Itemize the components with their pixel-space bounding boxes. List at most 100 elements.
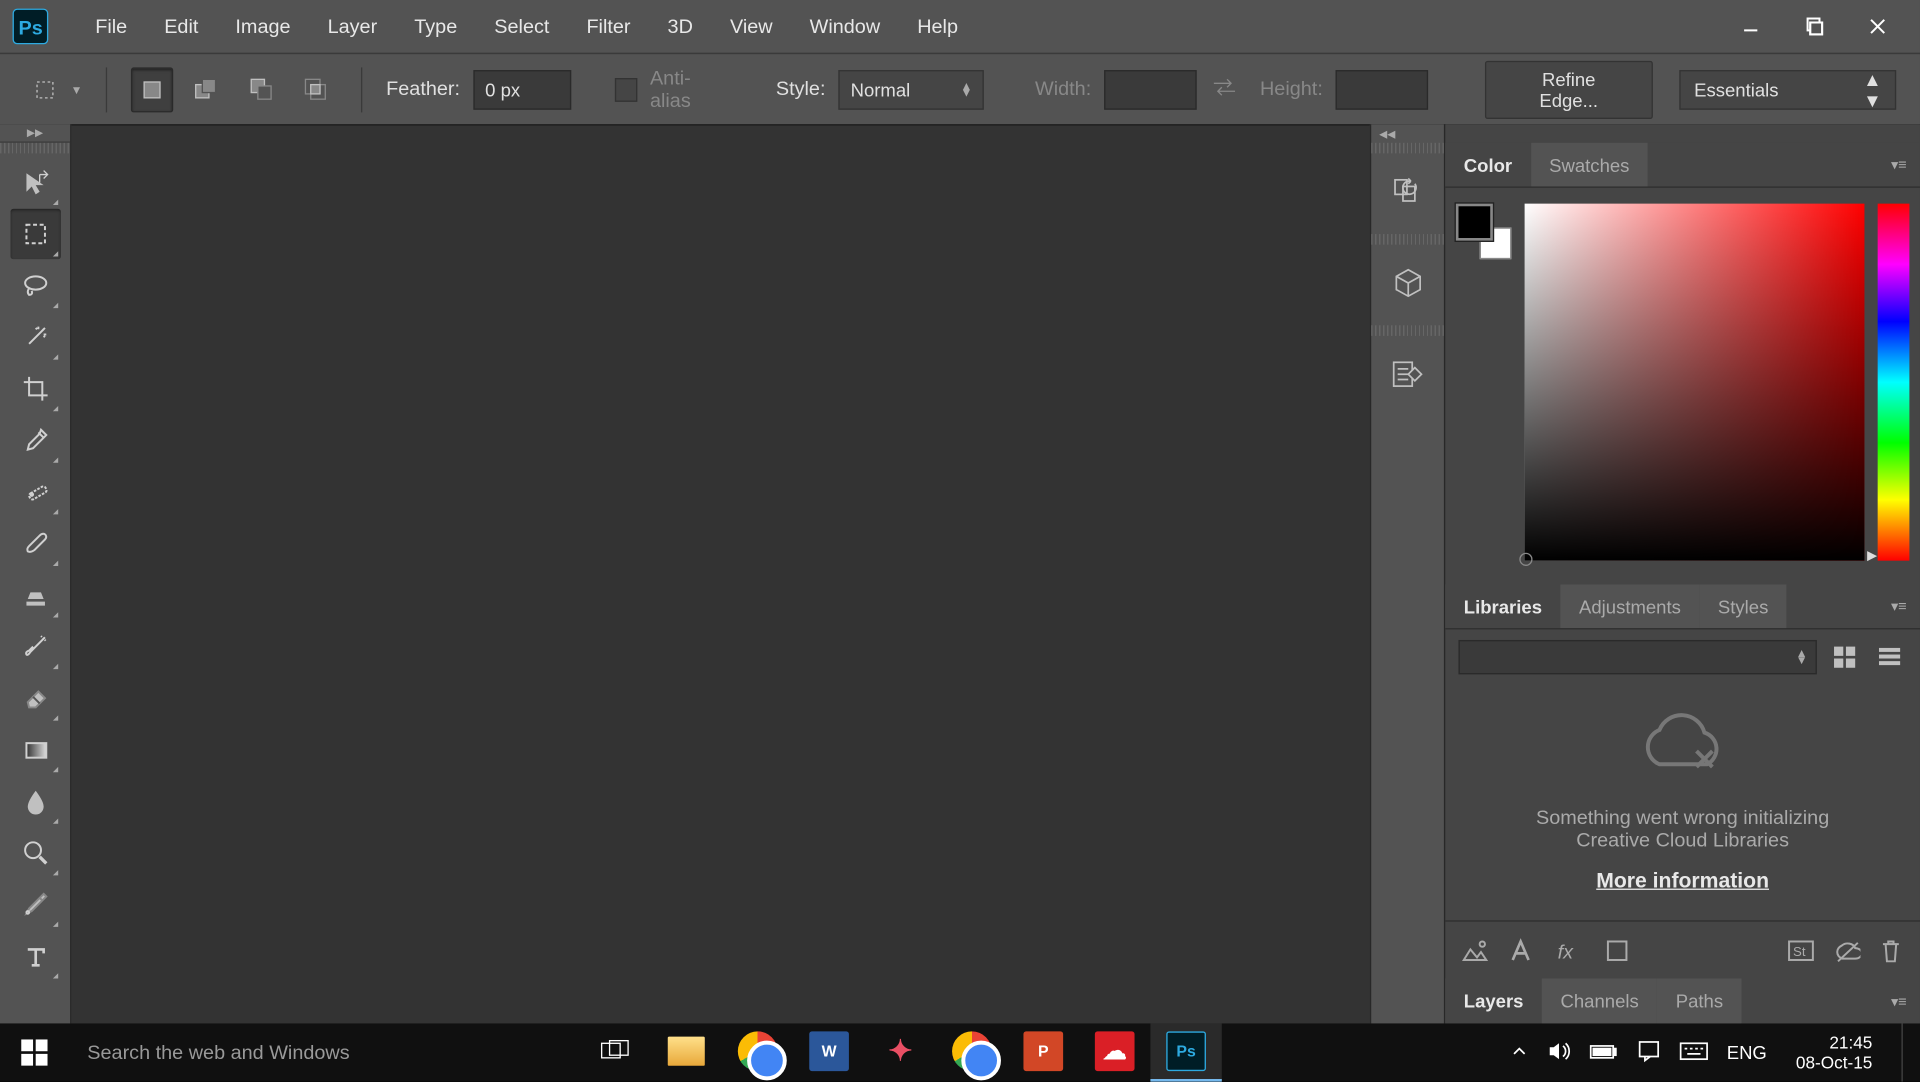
tool-preset-icon[interactable] (24, 67, 66, 112)
panel-grip[interactable] (0, 143, 70, 154)
system-tray: ENG 21:45 08-Oct-15 (1502, 1023, 1920, 1081)
expand-tools-icon[interactable]: ▶▶ (0, 124, 70, 143)
maximize-button[interactable] (1782, 0, 1845, 53)
3d-panel-icon[interactable] (1381, 257, 1434, 310)
lasso-tool[interactable] (10, 260, 60, 310)
menu-image[interactable]: Image (217, 7, 309, 45)
library-select[interactable]: ▲▼ (1458, 640, 1816, 674)
history-panel-icon[interactable] (1381, 165, 1434, 218)
task-view-icon[interactable] (579, 1023, 650, 1081)
notifications-icon[interactable] (1637, 1039, 1661, 1067)
adjustments-tab[interactable]: Adjustments (1560, 584, 1699, 628)
layers-tab[interactable]: Layers (1445, 979, 1542, 1024)
creative-cloud-icon[interactable]: ☁ (1079, 1023, 1150, 1081)
paths-tab[interactable]: Paths (1657, 979, 1741, 1024)
add-color-icon[interactable] (1601, 934, 1633, 966)
file-explorer-icon[interactable] (651, 1023, 722, 1081)
menu-select[interactable]: Select (476, 7, 568, 45)
battery-icon[interactable] (1589, 1041, 1618, 1063)
more-information-link[interactable]: More information (1596, 870, 1769, 894)
panel-menu-icon[interactable]: ▾≡ (1878, 156, 1920, 173)
list-view-icon[interactable] (1872, 640, 1906, 674)
healing-brush-tool[interactable] (10, 467, 60, 517)
menu-layer[interactable]: Layer (309, 7, 396, 45)
menu-window[interactable]: Window (791, 7, 899, 45)
feather-input[interactable] (473, 69, 571, 109)
menu-file[interactable]: File (77, 7, 146, 45)
crop-tool[interactable] (10, 364, 60, 414)
clone-stamp-tool[interactable] (10, 570, 60, 620)
move-tool[interactable] (10, 157, 60, 207)
close-button[interactable] (1846, 0, 1909, 53)
menu-3d[interactable]: 3D (649, 7, 711, 45)
add-graphic-icon[interactable] (1458, 934, 1490, 966)
powerpoint-icon[interactable]: P (1008, 1023, 1079, 1081)
color-field[interactable] (1525, 204, 1865, 561)
marquee-tool[interactable] (10, 209, 60, 259)
menu-filter[interactable]: Filter (568, 7, 649, 45)
chrome-icon-2[interactable] (936, 1023, 1007, 1081)
subtract-selection-icon[interactable] (241, 67, 283, 112)
language-indicator[interactable]: ENG (1727, 1042, 1767, 1063)
minimize-button[interactable] (1719, 0, 1782, 53)
magic-wand-tool[interactable] (10, 312, 60, 362)
gradient-tool[interactable] (10, 725, 60, 775)
brush-tool[interactable] (10, 518, 60, 568)
word-icon[interactable]: W (793, 1023, 864, 1081)
panel-menu-icon[interactable]: ▾≡ (1878, 992, 1920, 1009)
channels-tab[interactable]: Channels (1542, 979, 1657, 1024)
width-label: Width: (1035, 78, 1091, 100)
intersect-selection-icon[interactable] (296, 67, 338, 112)
menu-help[interactable]: Help (899, 7, 977, 45)
add-character-style-icon[interactable] (1506, 934, 1538, 966)
eyedropper-tool[interactable] (10, 415, 60, 465)
refine-edge-button[interactable]: Refine Edge... (1484, 60, 1653, 118)
grid-view-icon[interactable] (1827, 640, 1861, 674)
app-icon[interactable]: ✦ (865, 1023, 936, 1081)
panel-grip[interactable] (1371, 234, 1444, 245)
styles-tab[interactable]: Styles (1699, 584, 1786, 628)
libraries-footer: fx St (1445, 920, 1920, 978)
menu-edit[interactable]: Edit (146, 7, 217, 45)
chrome-icon[interactable] (722, 1023, 793, 1081)
color-tab[interactable]: Color (1445, 143, 1530, 187)
add-layer-style-icon[interactable]: fx (1554, 934, 1586, 966)
zoom-tool[interactable] (10, 828, 60, 878)
show-desktop-button[interactable] (1901, 1023, 1912, 1081)
start-button[interactable] (0, 1023, 69, 1081)
dropdown-icon[interactable]: ▼ (71, 83, 83, 96)
workspace-select[interactable]: Essentials▲▼ (1680, 69, 1897, 109)
volume-icon[interactable] (1547, 1040, 1571, 1065)
taskbar-search[interactable]: Search the web and Windows (69, 1023, 571, 1081)
height-input (1336, 69, 1429, 109)
history-brush-tool[interactable] (10, 621, 60, 671)
pen-tool[interactable] (10, 879, 60, 929)
keyboard-icon[interactable] (1679, 1040, 1708, 1065)
menu-view[interactable]: View (711, 7, 791, 45)
add-selection-icon[interactable] (186, 67, 228, 112)
type-tool[interactable] (10, 931, 60, 981)
canvas-area[interactable] (71, 124, 1369, 1023)
taskbar-clock[interactable]: 21:45 08-Oct-15 (1785, 1033, 1883, 1073)
collapse-dock-icon[interactable]: ◀◀ (1379, 128, 1395, 140)
menu-type[interactable]: Type (396, 7, 476, 45)
panel-grip[interactable] (1371, 143, 1444, 154)
sync-icon[interactable] (1830, 934, 1862, 966)
tray-chevron-icon[interactable] (1510, 1041, 1529, 1063)
eraser-tool[interactable] (10, 673, 60, 723)
swatches-tab[interactable]: Swatches (1531, 143, 1648, 187)
photoshop-taskbar-icon[interactable]: Ps (1150, 1023, 1221, 1081)
new-selection-icon[interactable] (131, 67, 173, 112)
style-select[interactable]: Normal▲▼ (839, 69, 985, 109)
stock-icon[interactable]: St (1785, 934, 1817, 966)
foreground-background-swatch[interactable] (1456, 204, 1512, 260)
hue-slider[interactable]: ▶ (1878, 204, 1910, 561)
blur-tool[interactable] (10, 776, 60, 826)
trash-icon[interactable] (1875, 934, 1907, 966)
panel-grip[interactable] (1371, 325, 1444, 336)
window-controls (1719, 0, 1909, 53)
properties-panel-icon[interactable] (1381, 348, 1434, 401)
libraries-tab[interactable]: Libraries (1445, 584, 1560, 628)
foreground-color-swatch[interactable] (1456, 204, 1493, 241)
panel-menu-icon[interactable]: ▾≡ (1878, 598, 1920, 615)
